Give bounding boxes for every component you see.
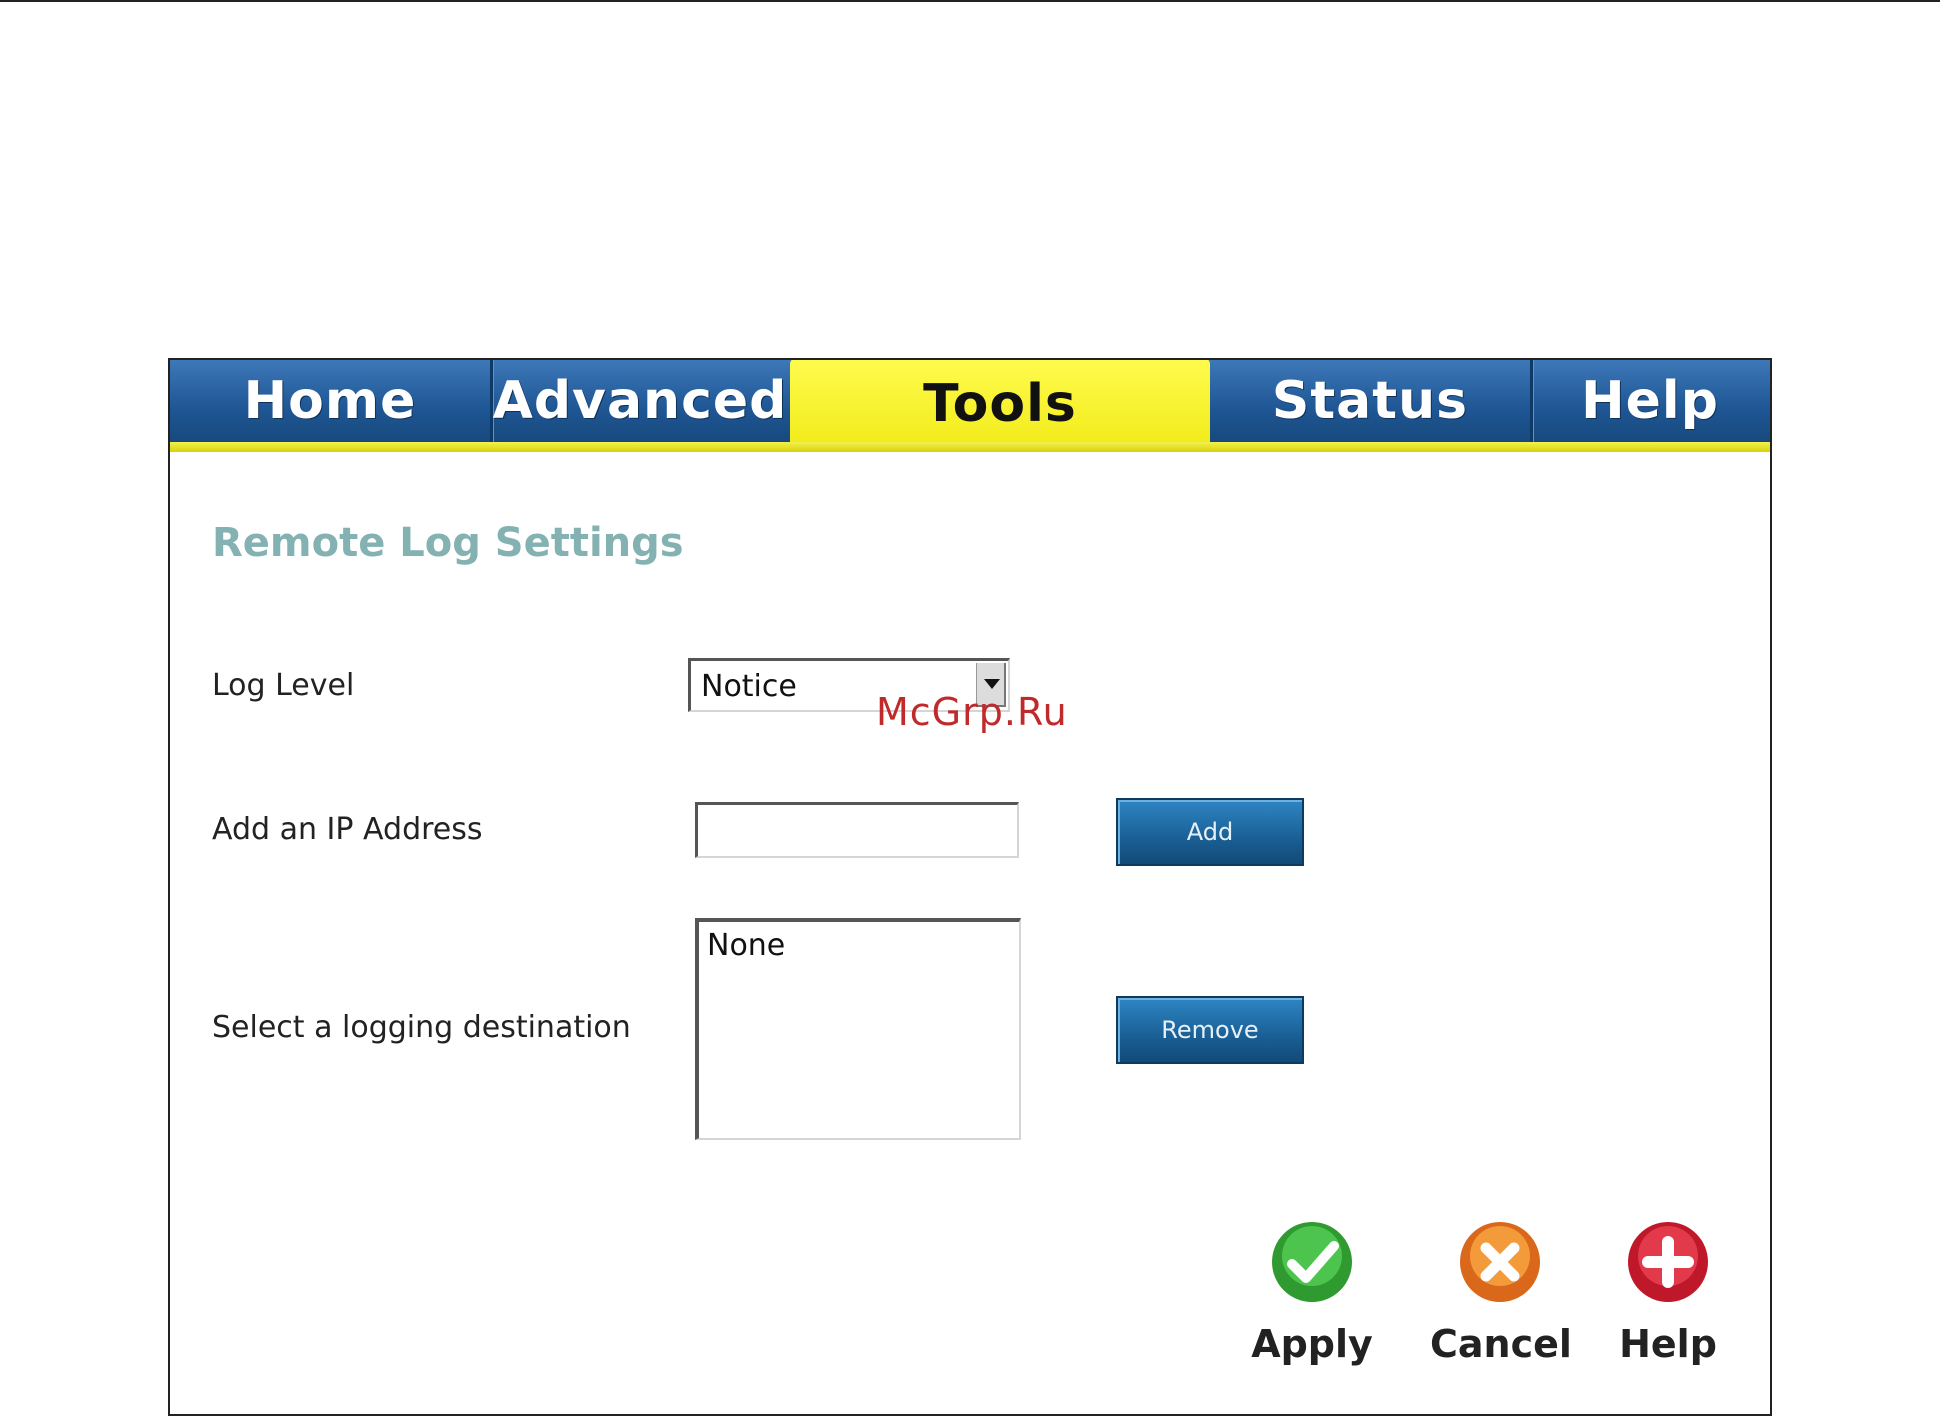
plus-icon	[1628, 1222, 1708, 1302]
add-ip-label: Add an IP Address	[212, 812, 483, 847]
list-item[interactable]: None	[707, 928, 785, 963]
help-label: Help	[1619, 1322, 1717, 1366]
apply-label: Apply	[1251, 1322, 1373, 1366]
tab-advanced[interactable]: Advanced	[490, 360, 790, 442]
router-config-window: Home Advanced Tools Status Help Remote L…	[168, 358, 1772, 1416]
remove-button[interactable]: Remove	[1116, 996, 1304, 1064]
tab-tools[interactable]: Tools	[790, 360, 1210, 450]
top-rule	[0, 0, 1940, 2]
add-button[interactable]: Add	[1116, 798, 1304, 866]
apply-button[interactable]: Apply	[1242, 1220, 1382, 1370]
watermark: McGrp.Ru	[876, 690, 1068, 734]
nav-underline	[170, 442, 1770, 452]
help-action-button[interactable]: Help	[1598, 1220, 1738, 1370]
tab-status[interactable]: Status	[1210, 360, 1533, 442]
destination-list[interactable]: None	[695, 918, 1021, 1140]
destination-label: Select a logging destination	[212, 1010, 631, 1045]
close-icon	[1460, 1222, 1540, 1302]
page-title: Remote Log Settings	[212, 520, 684, 566]
main-nav: Home Advanced Tools Status Help	[170, 360, 1770, 452]
ip-address-input[interactable]	[695, 802, 1019, 858]
log-level-value: Notice	[701, 669, 797, 704]
checkmark-icon	[1272, 1222, 1352, 1302]
tab-home[interactable]: Home	[170, 360, 493, 442]
cancel-button[interactable]: Cancel	[1430, 1220, 1572, 1370]
log-level-label: Log Level	[212, 668, 355, 703]
tab-help[interactable]: Help	[1530, 360, 1770, 442]
cancel-label: Cancel	[1430, 1322, 1572, 1366]
